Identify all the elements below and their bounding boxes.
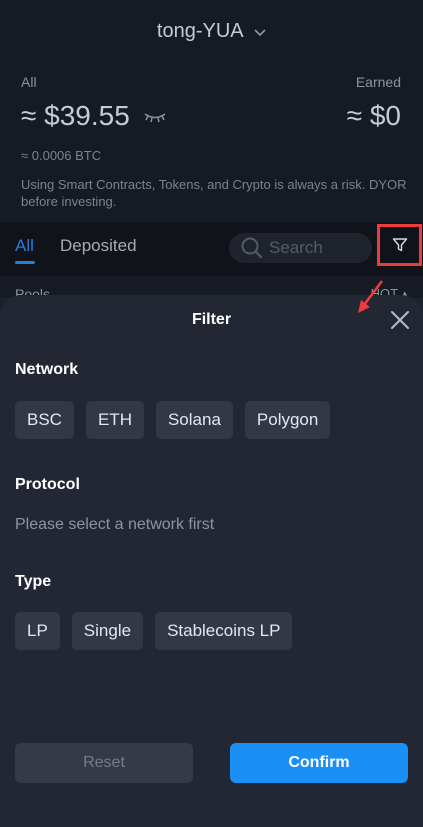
filter-icon — [392, 238, 408, 252]
active-tab-indicator — [15, 261, 35, 264]
type-chip-lp[interactable]: LP — [15, 612, 60, 650]
tab-all[interactable]: All — [15, 236, 34, 256]
wallet-header: tong-YUA All Earned ≈ $39.55 ≈ $0 ≈ 0.00… — [0, 0, 423, 222]
network-title: Network — [15, 361, 79, 378]
reset-button[interactable]: Reset — [15, 743, 193, 783]
wallet-name: tong-YUA — [156, 20, 243, 42]
all-label: All — [21, 74, 37, 90]
tab-deposited[interactable]: Deposited — [60, 236, 137, 256]
type-title: Type — [15, 573, 52, 590]
search-box[interactable] — [229, 233, 372, 263]
type-chip-single[interactable]: Single — [71, 612, 144, 650]
close-icon[interactable] — [389, 309, 411, 331]
chevron-down-icon — [254, 20, 266, 43]
earned-label: Earned — [355, 74, 401, 90]
network-chip-polygon[interactable]: Polygon — [244, 401, 331, 439]
earned-balance: ≈ $0 — [346, 100, 401, 131]
type-chip-stablecoins-lp[interactable]: Stablecoins LP — [155, 612, 293, 650]
risk-warning: Using Smart Contracts, Tokens, and Crypt… — [21, 177, 407, 209]
annotation-arrow-icon — [358, 280, 383, 313]
network-chip-bsc[interactable]: BSC — [15, 401, 74, 439]
all-balance: ≈ $39.55 — [21, 100, 130, 131]
network-options: BSC ETH Solana Polygon — [15, 401, 331, 439]
confirm-button[interactable]: Confirm — [230, 743, 408, 783]
tabs-bar: All Deposited — [0, 222, 423, 276]
type-options: LP Single Stablecoins LP — [15, 612, 293, 650]
search-input[interactable] — [269, 237, 364, 259]
btc-balance: ≈ 0.0006 BTC — [21, 148, 102, 163]
wallet-selector[interactable]: tong-YUA — [0, 20, 423, 43]
search-icon — [241, 237, 263, 264]
filter-sheet: Filter Network BSC ETH Solana Polygon Pr… — [0, 295, 423, 827]
filter-button[interactable] — [377, 224, 422, 266]
protocol-title: Protocol — [15, 476, 80, 493]
eye-closed-icon[interactable] — [143, 110, 167, 129]
protocol-hint: Please select a network first — [15, 516, 215, 533]
network-chip-eth[interactable]: ETH — [85, 401, 144, 439]
network-chip-solana[interactable]: Solana — [155, 401, 233, 439]
